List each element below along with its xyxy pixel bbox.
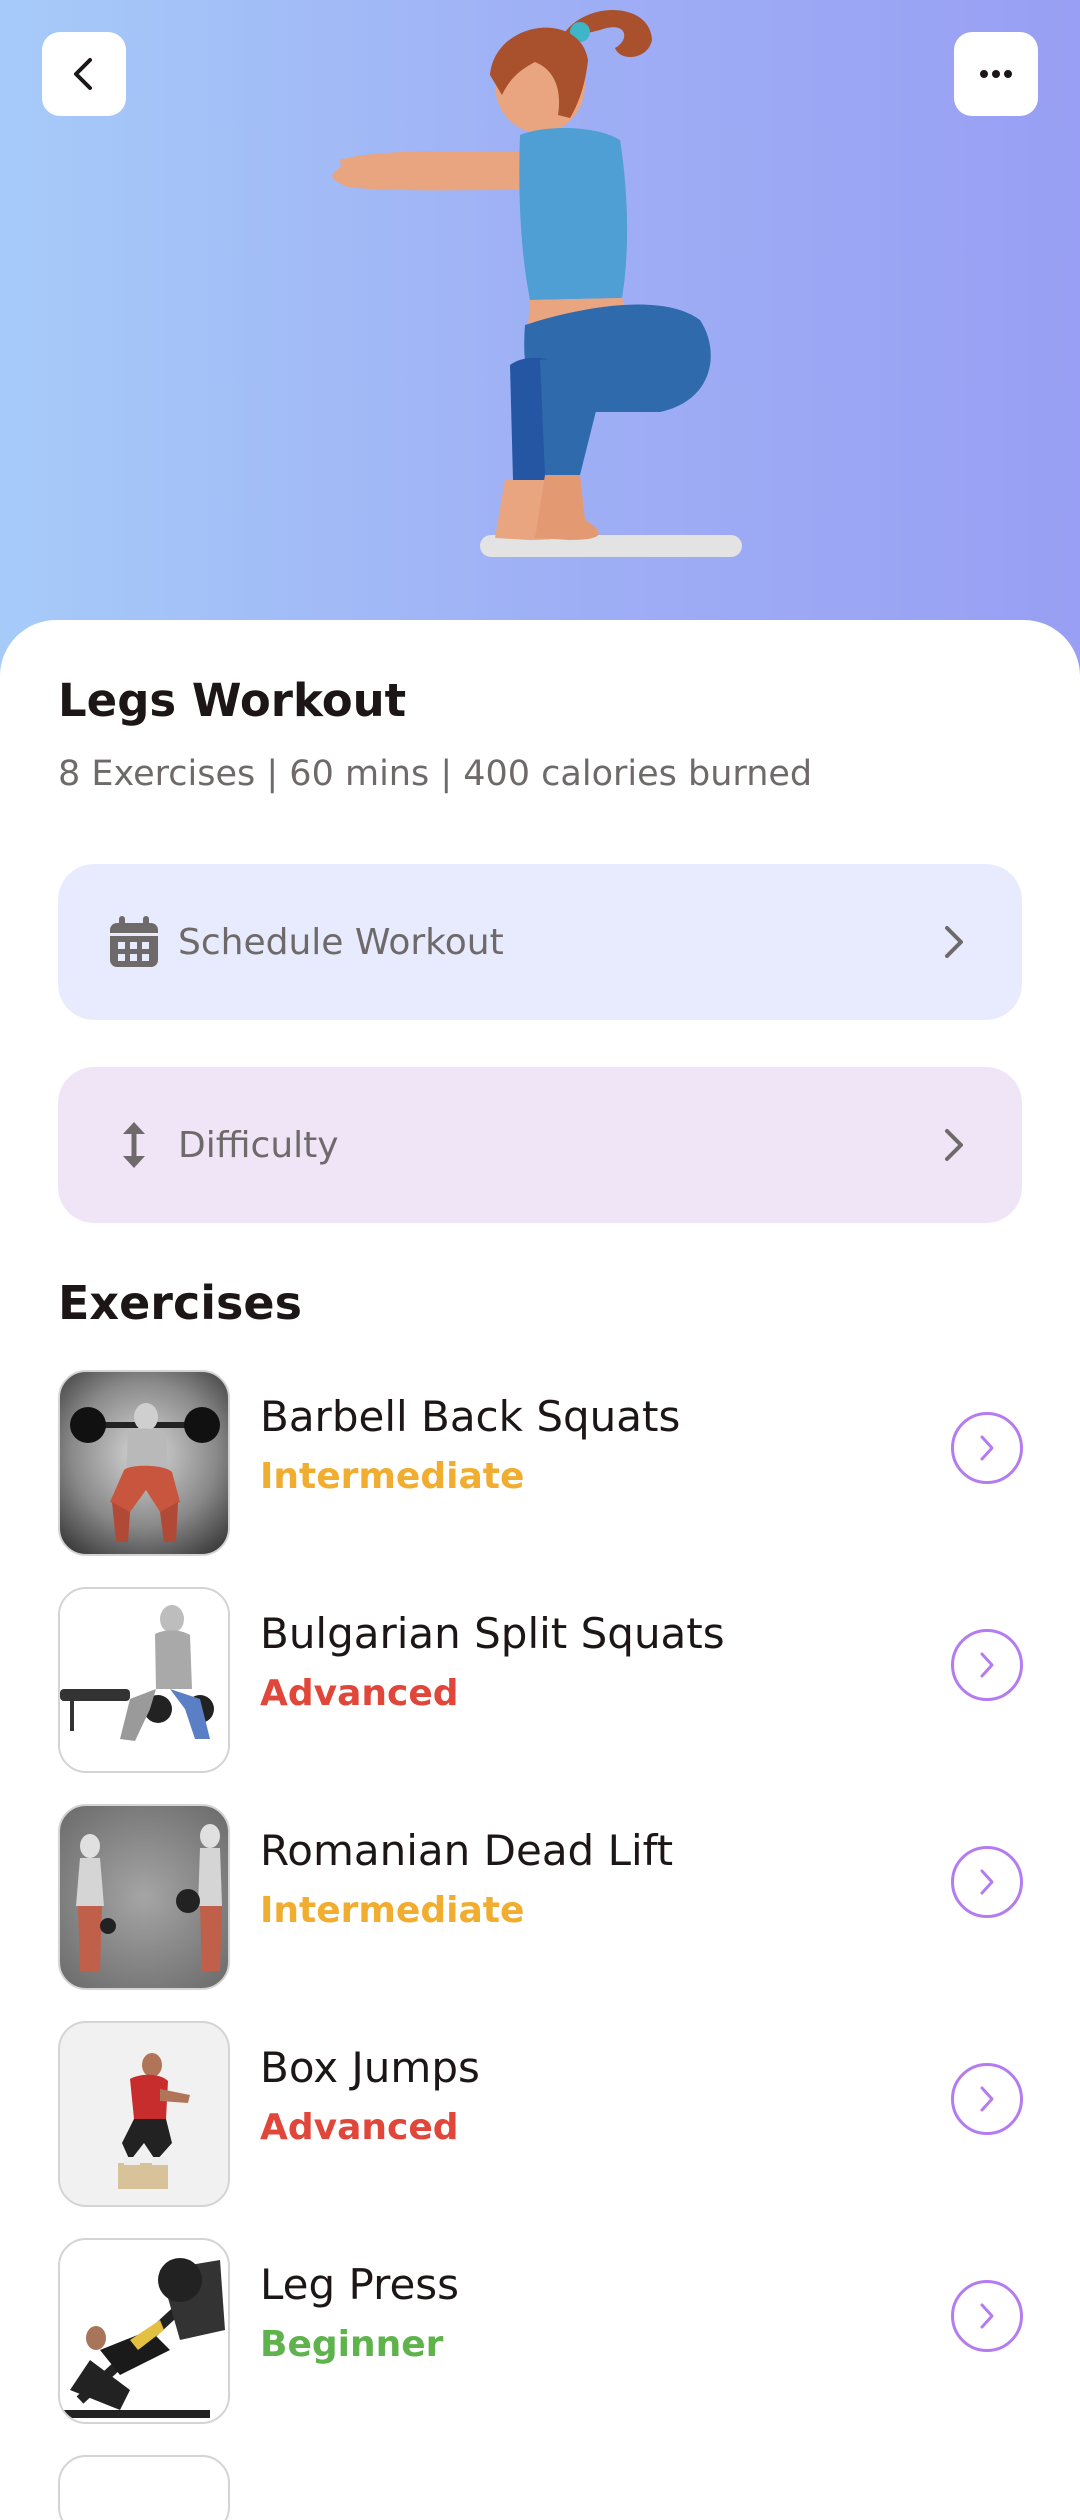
exercise-thumbnail bbox=[58, 1587, 230, 1773]
hero-banner bbox=[0, 0, 1080, 700]
exercise-name: Bulgarian Split Squats bbox=[260, 1609, 725, 1658]
more-options-button[interactable] bbox=[954, 32, 1038, 116]
exercise-item-box-jumps[interactable]: Box Jumps Advanced bbox=[58, 2021, 1023, 2238]
exercise-item-bulgarian-split-squats[interactable]: Bulgarian Split Squats Advanced bbox=[58, 1587, 1023, 1804]
schedule-workout-label: Schedule Workout bbox=[178, 921, 504, 963]
exercise-level: Advanced bbox=[260, 1673, 459, 1714]
exercise-open-button[interactable] bbox=[951, 1846, 1023, 1918]
exercise-thumbnail bbox=[58, 1370, 230, 1556]
ellipsis-icon bbox=[980, 70, 1012, 78]
exercise-name: Romanian Dead Lift bbox=[260, 1826, 674, 1875]
exercise-list: Barbell Back Squats Intermediate Bulgari… bbox=[58, 1370, 1023, 2455]
schedule-workout-button[interactable]: Schedule Workout bbox=[58, 864, 1022, 1020]
chevron-right-icon bbox=[980, 2086, 994, 2112]
difficulty-button[interactable]: Difficulty bbox=[58, 1067, 1022, 1223]
exercise-thumbnail bbox=[58, 1804, 230, 1990]
exercise-thumbnail-partial bbox=[58, 2455, 230, 2520]
exercise-name: Barbell Back Squats bbox=[260, 1392, 681, 1441]
exercises-heading: Exercises bbox=[58, 1276, 302, 1330]
exercise-thumbnail bbox=[58, 2021, 230, 2207]
exercise-name: Box Jumps bbox=[260, 2043, 480, 2092]
exercise-open-button[interactable] bbox=[951, 2280, 1023, 2352]
exercise-level: Advanced bbox=[260, 2107, 459, 2148]
exercise-thumbnail bbox=[58, 2238, 230, 2424]
up-down-arrow-icon bbox=[106, 1117, 162, 1173]
chevron-right-icon bbox=[980, 1652, 994, 1678]
chevron-right-icon bbox=[980, 2303, 994, 2329]
exercise-level: Intermediate bbox=[260, 1456, 525, 1497]
chevron-left-icon bbox=[74, 58, 92, 90]
calendar-icon bbox=[106, 914, 162, 970]
exercise-open-button[interactable] bbox=[951, 1412, 1023, 1484]
exercise-name: Leg Press bbox=[260, 2260, 460, 2309]
chevron-right-icon bbox=[980, 1435, 994, 1461]
exercise-item-romanian-dead-lift[interactable]: Romanian Dead Lift Intermediate bbox=[58, 1804, 1023, 2021]
workout-summary: 8 Exercises | 60 mins | 400 calories bur… bbox=[58, 754, 813, 794]
squat-illustration bbox=[332, 10, 742, 557]
chevron-right-icon bbox=[980, 1869, 994, 1895]
exercise-item-leg-press[interactable]: Leg Press Beginner bbox=[58, 2238, 1023, 2455]
difficulty-label: Difficulty bbox=[178, 1124, 339, 1166]
exercise-open-button[interactable] bbox=[951, 2063, 1023, 2135]
exercise-level: Intermediate bbox=[260, 1890, 525, 1931]
exercise-item-barbell-back-squats[interactable]: Barbell Back Squats Intermediate bbox=[58, 1370, 1023, 1587]
exercise-level: Beginner bbox=[260, 2324, 444, 2365]
chevron-right-icon bbox=[934, 1117, 974, 1173]
back-button[interactable] bbox=[42, 32, 126, 116]
workout-title: Legs Workout bbox=[58, 674, 407, 727]
chevron-right-icon bbox=[934, 914, 974, 970]
exercise-open-button[interactable] bbox=[951, 1629, 1023, 1701]
